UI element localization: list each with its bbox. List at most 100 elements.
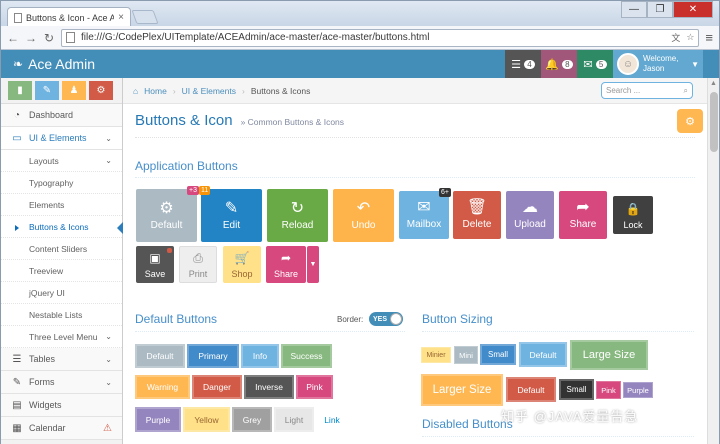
button-label: Share bbox=[569, 219, 597, 230]
app-button-mailbox[interactable]: ✉ Mailbox 6+ bbox=[399, 188, 451, 239]
btn-minier[interactable]: Minier bbox=[421, 347, 451, 363]
brand[interactable]: ❧ Ace Admin bbox=[13, 56, 95, 72]
translate-icon[interactable]: 文 bbox=[671, 31, 680, 44]
btn-primary[interactable]: Primary bbox=[187, 344, 239, 368]
btn-mini-pink[interactable]: Pink bbox=[596, 381, 621, 399]
btn-minier-purple[interactable]: Purple bbox=[623, 382, 653, 398]
menu-icon[interactable]: ≡ bbox=[705, 30, 713, 45]
sidebar-sub-elements[interactable]: Elements bbox=[1, 194, 122, 216]
close-tab-icon[interactable]: × bbox=[118, 12, 124, 23]
cogs-icon[interactable]: ⚙ bbox=[89, 81, 113, 100]
btn-warning[interactable]: Warning bbox=[135, 375, 190, 399]
page-icon bbox=[14, 12, 22, 23]
calendar-icon: ▦ bbox=[12, 422, 22, 434]
url-field[interactable]: file:///G:/CodePlex/UITemplate/ACEAdmin/… bbox=[61, 28, 700, 47]
notifications-button[interactable]: 🔔 8 bbox=[541, 50, 577, 78]
maximize-button[interactable]: ❐ bbox=[647, 1, 673, 18]
btn-link[interactable]: Link bbox=[316, 407, 348, 432]
sidebar-sub-jquery-ui[interactable]: jQuery UI bbox=[1, 282, 122, 304]
sidebar-item-widgets[interactable]: ▤ Widgets bbox=[1, 394, 122, 417]
reload-icon[interactable]: ↻ bbox=[43, 31, 55, 45]
sidebar-item-forms[interactable]: ✎ Forms ⌄ bbox=[1, 371, 122, 394]
signal-icon[interactable]: ▮ bbox=[8, 81, 32, 100]
app-button-share-split[interactable]: ➦ Share bbox=[266, 246, 306, 283]
btn-inverse[interactable]: Inverse bbox=[244, 375, 294, 399]
section-title: Button Sizing bbox=[422, 312, 493, 326]
breadcrumb-separator: › bbox=[242, 85, 245, 96]
sidebar-sub-treeview[interactable]: Treeview bbox=[1, 260, 122, 282]
btn-pink[interactable]: Pink bbox=[296, 375, 333, 399]
app-button-share[interactable]: ➦ Share bbox=[559, 191, 607, 239]
sidebar-sub-typography[interactable]: Typography bbox=[1, 172, 122, 194]
sidebar-item-label: Dashboard bbox=[29, 110, 74, 120]
envelope-icon: ✉ bbox=[417, 199, 431, 216]
vertical-scrollbar[interactable]: ▲ bbox=[707, 78, 719, 444]
browser-tab[interactable]: Buttons & Icon - Ace Ad × bbox=[7, 7, 131, 27]
window-close-button[interactable]: ✕ bbox=[673, 1, 713, 18]
app-button-edit[interactable]: ✎ Edit 11 bbox=[199, 186, 262, 242]
btn-danger[interactable]: Danger bbox=[192, 375, 242, 399]
button-label: Share bbox=[273, 269, 299, 279]
home-icon: ⌂ bbox=[133, 85, 139, 96]
app-button-print[interactable]: ⎙ Print bbox=[179, 246, 217, 283]
btn-default-danger[interactable]: Default bbox=[506, 377, 556, 402]
window-controls: — ❐ ✕ bbox=[621, 1, 713, 18]
sidebar-item-tables[interactable]: ☰ Tables ⌄ bbox=[1, 348, 122, 371]
button-label: Edit bbox=[222, 219, 241, 231]
button-label: Undo bbox=[351, 219, 376, 231]
app-button-upload[interactable]: ☁ Upload bbox=[506, 191, 554, 239]
search-input[interactable]: Search ... ⌕ bbox=[601, 82, 693, 99]
btn-light[interactable]: Light bbox=[274, 407, 314, 432]
print-icon: ⎙ bbox=[193, 251, 203, 265]
btn-purple[interactable]: Purple bbox=[135, 407, 181, 432]
btn-default-size[interactable]: Default bbox=[519, 342, 567, 367]
edit-icon: ✎ bbox=[224, 199, 239, 217]
btn-small-inverse[interactable]: Small bbox=[559, 379, 594, 400]
settings-button[interactable]: ⚙ bbox=[677, 109, 703, 133]
messages-button[interactable]: ✉ 5 bbox=[577, 50, 613, 78]
btn-larger[interactable]: Larger Size bbox=[421, 374, 503, 406]
sidebar-sub-nestable-lists[interactable]: Nestable Lists bbox=[1, 304, 122, 326]
btn-mini[interactable]: Mini bbox=[454, 346, 478, 364]
app-button-default[interactable]: ⚙ Default +3 bbox=[136, 186, 199, 242]
scroll-up-icon[interactable]: ▲ bbox=[710, 80, 717, 87]
forward-arrow-icon[interactable]: → bbox=[25, 31, 37, 45]
btn-large[interactable]: Large Size bbox=[570, 340, 648, 370]
app-button-save[interactable]: ▣ Save bbox=[136, 246, 174, 283]
sidebar-sub-layouts[interactable]: Layouts ⌄ bbox=[1, 150, 122, 172]
chevron-down-icon: ⌄ bbox=[105, 354, 112, 364]
btn-yellow[interactable]: Yellow bbox=[183, 407, 230, 432]
sidebar-item-ui-elements[interactable]: ▭ UI & Elements ⌄ bbox=[1, 127, 122, 150]
btn-grey[interactable]: Grey bbox=[232, 407, 272, 432]
user-menu[interactable]: ☺ Welcome, Jason ▼ bbox=[613, 50, 703, 78]
border-toggle[interactable]: YES bbox=[369, 312, 403, 326]
new-tab-button[interactable] bbox=[131, 10, 159, 24]
btn-success[interactable]: Success bbox=[281, 344, 332, 368]
share-dropdown-toggle[interactable]: ▼ bbox=[307, 246, 319, 283]
app-button-reload[interactable]: ↻ Reload bbox=[267, 189, 328, 242]
app-button-lock[interactable]: 🔒 Lock bbox=[613, 196, 653, 234]
sidebar-sub-three-level-menu[interactable]: Three Level Menu ⌄ bbox=[1, 326, 122, 348]
users-icon[interactable]: ♟ bbox=[62, 81, 86, 100]
minimize-button[interactable]: — bbox=[621, 1, 647, 18]
star-icon[interactable]: ☆ bbox=[686, 32, 694, 43]
pencil-icon[interactable]: ✎ bbox=[35, 81, 59, 100]
breadcrumb-home[interactable]: Home bbox=[144, 86, 167, 96]
sidebar-item-dashboard[interactable]: ◔ Dashboard bbox=[1, 104, 122, 127]
scrollbar-thumb[interactable] bbox=[710, 92, 718, 152]
sidebar-item-calendar[interactable]: ▦ Calendar ⚠ bbox=[1, 417, 122, 440]
sidebar-sub-content-sliders[interactable]: Content Sliders bbox=[1, 238, 122, 260]
btn-info[interactable]: Info bbox=[241, 344, 279, 368]
btn-small[interactable]: Small bbox=[480, 344, 516, 365]
tasks-button[interactable]: ☰ 4 bbox=[505, 50, 541, 78]
app-button-shop[interactable]: 🛒 Shop bbox=[223, 246, 261, 283]
list-icon: ☰ bbox=[12, 353, 22, 365]
breadcrumb-ui[interactable]: UI & Elements bbox=[182, 86, 236, 96]
sidebar-sub-buttons-icons[interactable]: Buttons & Icons bbox=[1, 216, 123, 238]
app-button-undo[interactable]: ↶ Undo bbox=[333, 189, 394, 242]
button-label: Reload bbox=[281, 219, 314, 231]
btn-default[interactable]: Default bbox=[135, 344, 185, 368]
back-arrow-icon[interactable]: ← bbox=[7, 31, 19, 45]
user-label: Welcome, Jason bbox=[643, 54, 687, 74]
app-button-delete[interactable]: 🗑 Delete bbox=[453, 191, 501, 239]
